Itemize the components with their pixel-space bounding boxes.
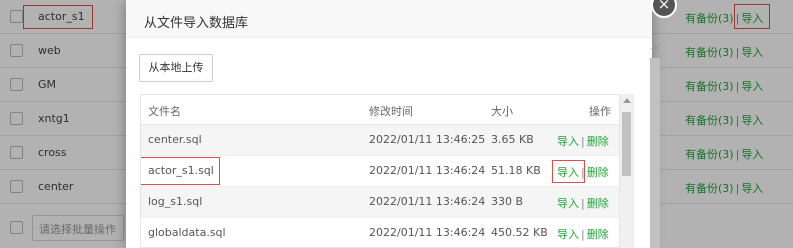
delete-link[interactable]: 删除 — [587, 197, 609, 210]
import-link[interactable]: 导入 — [557, 135, 579, 148]
modal-scrollbar-thumb[interactable] — [650, 58, 660, 248]
file-size: 3.65 KB — [491, 133, 534, 146]
header-mtime: 修改时间 — [369, 105, 413, 118]
import-link[interactable]: 导入 — [557, 197, 579, 210]
file-mtime: 2022/01/11 13:46:24 — [369, 164, 486, 177]
table-row: globaldata.sql 2022/01/11 13:46:24 450.5… — [141, 218, 619, 247]
modal-title: 从文件导入数据库 — [126, 0, 652, 38]
file-mtime: 2022/01/11 13:46:24 — [369, 195, 486, 208]
file-name: center.sql — [148, 133, 202, 146]
table-row: center.sql 2022/01/11 13:46:25 3.65 KB 导… — [141, 125, 619, 156]
table-header: 文件名 修改时间 大小 操作 — [141, 95, 619, 125]
file-table: 文件名 修改时间 大小 操作 center.sql 2022/01/11 13:… — [140, 94, 620, 248]
file-mtime: 2022/01/11 13:46:24 — [369, 226, 486, 239]
import-modal: 从文件导入数据库 从本地上传 文件名 修改时间 大小 操作 center.sql… — [126, 0, 652, 248]
scroll-thumb[interactable] — [622, 112, 631, 176]
header-ops: 操作 — [589, 105, 611, 118]
file-size: 51.18 KB — [491, 164, 541, 177]
highlight-box-filename — [141, 157, 220, 185]
file-name: log_s1.sql — [148, 195, 203, 208]
file-size: 450.52 KB — [491, 226, 548, 239]
upload-local-button[interactable]: 从本地上传 — [139, 54, 213, 82]
table-row: log_s1.sql 2022/01/11 13:46:24 330 B 导入 |… — [141, 187, 619, 218]
scroll-up-arrow-icon[interactable] — [623, 98, 631, 103]
header-size: 大小 — [491, 105, 513, 118]
highlight-box-file-import — [552, 160, 585, 183]
file-size: 330 B — [491, 195, 524, 208]
import-link[interactable]: 导入 — [557, 228, 579, 241]
file-mtime: 2022/01/11 13:46:25 — [369, 133, 486, 146]
table-scrollbar[interactable] — [620, 94, 634, 248]
delete-link[interactable]: 删除 — [587, 135, 609, 148]
delete-link[interactable]: 删除 — [587, 166, 609, 179]
delete-link[interactable]: 删除 — [587, 228, 609, 241]
header-filename: 文件名 — [148, 105, 181, 118]
modal-scroll-up-arrow-icon[interactable] — [651, 44, 659, 49]
file-name: globaldata.sql — [148, 226, 226, 239]
